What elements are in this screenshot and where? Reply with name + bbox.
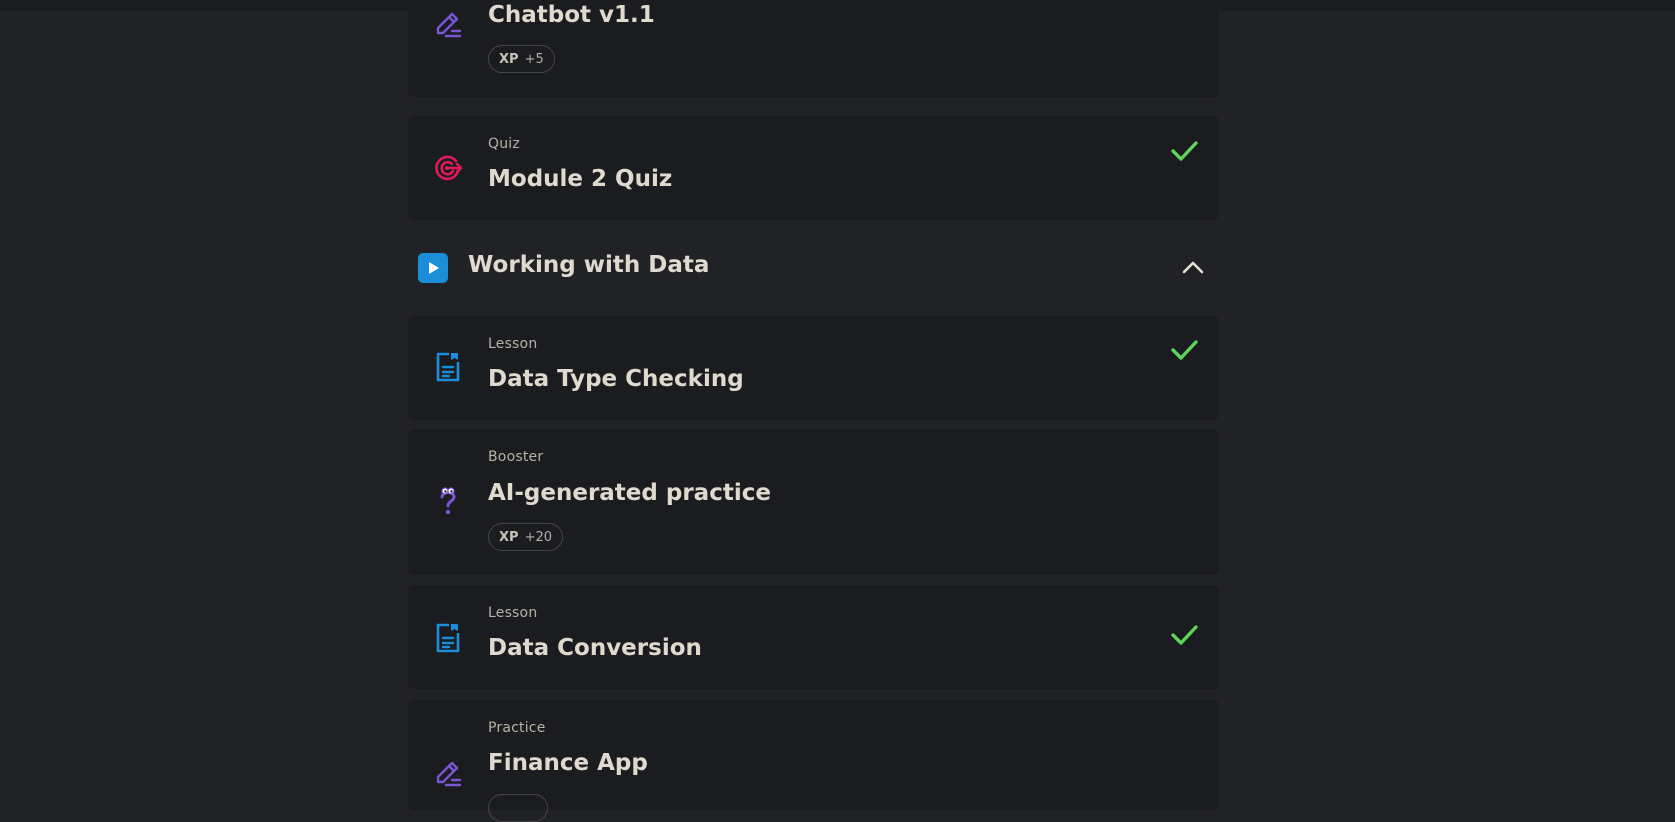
check-icon (1169, 620, 1199, 650)
item-title: Finance App (488, 750, 648, 776)
xp-badge: XP +5 (488, 45, 555, 73)
list-item-data-type-checking[interactable]: Lesson Data Type Checking (408, 316, 1219, 420)
pencil-icon (432, 757, 464, 789)
chevron-up-icon[interactable] (1179, 254, 1207, 282)
xp-badge (488, 794, 548, 822)
item-type: Lesson (488, 605, 538, 621)
document-icon (432, 350, 464, 382)
list-item-ai-generated-practice[interactable]: Booster AI-generated practice XP +20 (408, 429, 1219, 575)
item-title: Data Type Checking (488, 366, 744, 392)
document-icon (432, 621, 464, 653)
play-icon (418, 253, 448, 283)
item-title: Data Conversion (488, 635, 702, 661)
pencil-icon (432, 8, 464, 40)
question-mark-icon (432, 485, 464, 517)
target-icon (432, 152, 464, 184)
section-header-working-with-data[interactable]: Working with Data (408, 240, 1219, 296)
item-title: Module 2 Quiz (488, 166, 673, 192)
xp-value: +5 (524, 51, 544, 67)
xp-label: XP (499, 529, 519, 545)
list-item-module-2-quiz[interactable]: Quiz Module 2 Quiz (408, 116, 1219, 220)
xp-label: XP (499, 51, 519, 67)
xp-badge: XP +20 (488, 523, 563, 551)
check-icon (1169, 335, 1199, 365)
item-title: Chatbot v1.1 (488, 2, 655, 28)
section-title: Working with Data (468, 252, 710, 278)
item-title: AI-generated practice (488, 480, 771, 506)
item-type: Booster (488, 449, 544, 465)
item-type: Lesson (488, 336, 538, 352)
list-item-chatbot[interactable]: Chatbot v1.1 XP +5 (408, 0, 1219, 97)
check-icon (1169, 136, 1199, 166)
item-type: Practice (488, 720, 546, 736)
xp-value: +20 (524, 529, 552, 545)
list-item-data-conversion[interactable]: Lesson Data Conversion (408, 585, 1219, 689)
item-type: Quiz (488, 136, 520, 152)
list-item-finance-app[interactable]: Practice Finance App (408, 700, 1219, 822)
